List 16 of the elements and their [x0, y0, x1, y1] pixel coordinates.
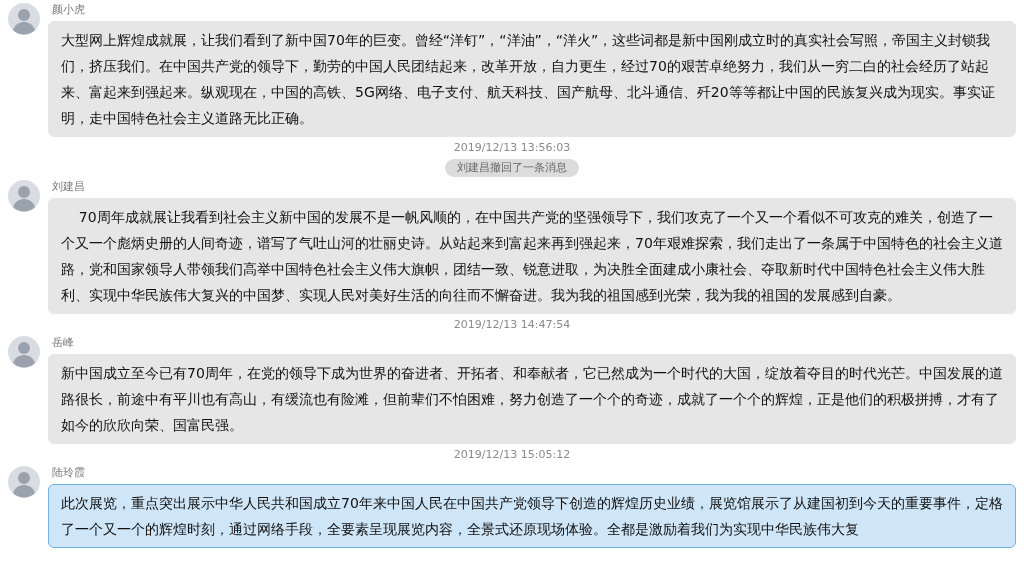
- message-bubble[interactable]: 大型网上辉煌成就展，让我们看到了新中国70年的巨变。曾经“洋钉”，“洋油”，“洋火”，这些词都是新中国刚成立时的真实社会写照，帝国主义封锁我们，挤压我们。在中国共产党的领导下，勤劳的中国人民团结起来，改革开放，自力更生，经过70的艰苦卓绝努力，我们从一穷二白的社会经历了站起来、富起来到强起来。纵观现在，中国的高铁、5G网络、电子支付、航天科技、国产航母、北斗通信、歼20等等都让中国的民族复兴成为现实。事实证明，走中国特色社会主义道路无比正确。: [48, 21, 1016, 137]
- message-bubble[interactable]: 此次展览，重点突出展示中华人民共和国成立70年来中国人民在中国共产党领导下创造的辉煌历史业绩，展览馆展示了从建国初到今天的重要事件，定格了一个又一个的辉煌时刻，通过网络手段，全要素呈现展览内容，全景式还原现场体验。全都是激励着我们为实现中华民族伟大复: [48, 484, 1016, 548]
- avatar-icon: [8, 466, 40, 498]
- message-bubble[interactable]: 新中国成立至今已有70周年，在党的领导下成为世界的奋进者、开拓者、和奉献者，它已然成为一个时代的大国，绽放着夺目的时代光芒。中国发展的道路很长，前途中有平川也有高山，有缓流也有险滩，但前辈们不怕困难，努力创造了一个个的奇迹，成就了一个个的辉煌，正是他们的积极拼搏，才有了如今的欣欣向荣、国富民强。: [48, 354, 1016, 444]
- timestamp: 2019/12/13 13:56:03: [453, 140, 571, 156]
- avatar-icon: [8, 336, 40, 368]
- message-bubble[interactable]: 70周年成就展让我看到社会主义新中国的发展不是一帆风顺的，在中国共产党的坚强领导下，我们攻克了一个又一个看似不可攻克的难关，创造了一个又一个彪炳史册的人间奇迹，谱写了气吐山河的壮丽史诗。从站起来到富起来再到强起来，70年艰难探索，我们走出了一条属于中国特色的社会主义道路，党和国家领导人带领我们高举中国特色社会主义伟大旗帜，团结一致、锐意进取，为决胜全面建成小康社会、夺取新时代中国特色社会主义伟大胜利、实现中华民族伟大复兴的中国梦、实现人民对美好生活的向往而不懈奋进。我为我的祖国感到光荣，我为我的祖国的发展感到自豪。: [48, 198, 1016, 314]
- timestamp: 2019/12/13 14:47:54: [453, 317, 571, 333]
- sender-name: 陆玲霞: [52, 466, 86, 480]
- timestamp: 2019/12/13 15:05:12: [453, 447, 571, 463]
- avatar-icon: [8, 180, 40, 212]
- sender-name: 颜小虎: [52, 3, 86, 17]
- avatar-icon: [8, 3, 40, 35]
- sender-name: 刘建昌: [52, 180, 86, 194]
- recall-notice: 刘建昌撤回了一条消息: [445, 159, 579, 177]
- sender-name: 岳峰: [52, 336, 75, 350]
